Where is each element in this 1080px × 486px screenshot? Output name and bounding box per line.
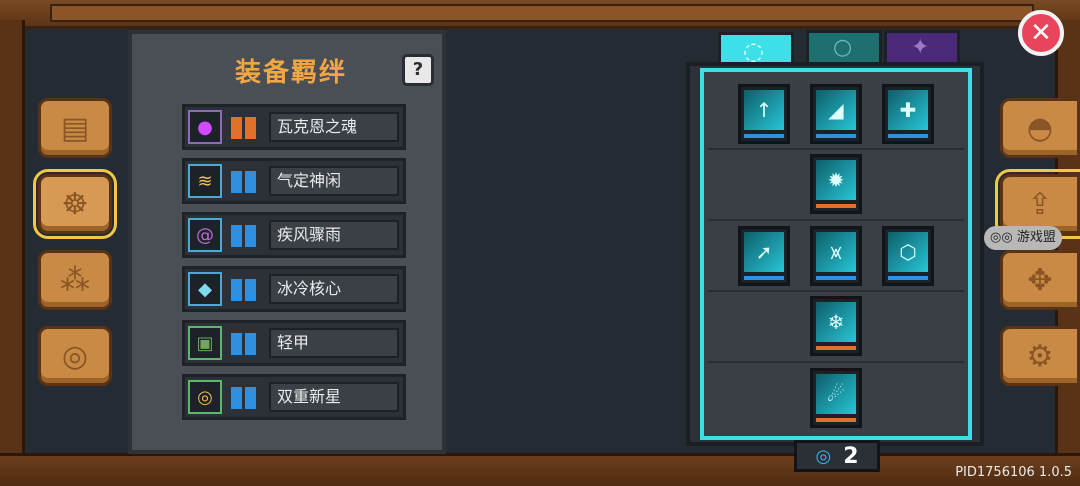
crest-icon: ✦ xyxy=(911,35,930,60)
ring-icon: ○ xyxy=(833,35,853,60)
skill-node[interactable]: ❄ xyxy=(810,296,862,356)
tier-indicator xyxy=(231,117,259,139)
frost-gear-icon: ❄ xyxy=(816,302,856,342)
orbs-icon: ⁂ xyxy=(60,262,90,298)
swirl-icon: ◎ xyxy=(815,445,832,467)
book-icon: ▤ xyxy=(60,110,90,146)
helmet-icon: ◓ xyxy=(1026,110,1054,146)
tab-compass[interactable]: ✥ xyxy=(1000,250,1080,310)
tier-indicator xyxy=(231,171,259,193)
skill-node[interactable]: ✹ xyxy=(810,154,862,214)
tier-indicator xyxy=(231,279,259,301)
tab-steering[interactable]: ◎ xyxy=(38,326,112,386)
bond-name: 气定神闲 xyxy=(269,166,399,196)
bond-name: 轻甲 xyxy=(269,328,399,358)
tab-codex[interactable]: ▤ xyxy=(38,98,112,158)
tier-indicator xyxy=(231,387,259,409)
swirl-icon: ◌ xyxy=(743,37,764,65)
wheel-icon: ◎ xyxy=(61,338,89,374)
bond-row[interactable]: ● 瓦克恩之魂 xyxy=(182,104,406,150)
skill-node[interactable]: ↑ xyxy=(738,84,790,144)
skill-node[interactable]: ⩙ xyxy=(810,226,862,286)
tier-indicator xyxy=(231,225,259,247)
comet-icon: ☄ xyxy=(816,374,856,414)
skill-points-value: 2 xyxy=(843,443,859,469)
skill-node[interactable]: ⬡ xyxy=(882,226,934,286)
bond-row[interactable]: ≋ 气定神闲 xyxy=(182,158,406,204)
ice-spikes-icon: ⩙ xyxy=(816,232,856,272)
dash-icon: ➚ xyxy=(744,232,784,272)
bond-row[interactable]: ◆ 冰冷核心 xyxy=(182,266,406,312)
purple-soul-icon: ● xyxy=(188,110,222,144)
skill-node[interactable]: ➚ xyxy=(738,226,790,286)
watermark: ◎◎ 游戏盟 xyxy=(984,226,1062,250)
shards-icon: ◢ xyxy=(816,90,856,130)
skill-node[interactable]: ✚ xyxy=(882,84,934,144)
staff-up-icon: ↑ xyxy=(744,90,784,130)
shield-icon: ⬡ xyxy=(888,232,928,272)
swirl-book-icon: ☸ xyxy=(61,186,89,222)
ice-crystal-icon: ◆ xyxy=(188,272,222,306)
burst-icon: ✹ xyxy=(816,160,856,200)
double-nova-icon: ◎ xyxy=(188,380,222,414)
calm-wave-icon: ≋ xyxy=(188,164,222,198)
light-armor-icon: ▣ xyxy=(188,326,222,360)
tab-bond[interactable]: ☸ xyxy=(33,169,117,239)
bond-row[interactable]: ◎ 双重新星 xyxy=(182,374,406,420)
tornado-icon: @ xyxy=(188,218,222,252)
tab-items[interactable]: ⁂ xyxy=(38,250,112,310)
compass-icon: ✥ xyxy=(1027,262,1053,298)
skill-node[interactable]: ◢ xyxy=(810,84,862,144)
bond-row[interactable]: ▣ 轻甲 xyxy=(182,320,406,366)
upgrade-arrow-icon: ⇪ xyxy=(1027,186,1053,222)
skill-points-counter: ◎ 2 xyxy=(794,440,880,472)
bond-name: 双重新星 xyxy=(269,382,399,412)
skill-node[interactable]: ☄ xyxy=(810,368,862,428)
bond-name: 瓦克恩之魂 xyxy=(269,112,399,142)
tab-settings[interactable]: ⚙ xyxy=(1000,326,1080,386)
gear-icon: ⚙ xyxy=(1026,338,1054,374)
bond-name: 冰冷核心 xyxy=(269,274,399,304)
tab-upgrade[interactable]: ⇪ xyxy=(995,169,1080,239)
bond-name: 疾风骤雨 xyxy=(269,220,399,250)
help-button[interactable]: ? xyxy=(402,54,434,86)
close-icon: ✕ xyxy=(1030,18,1052,48)
tab-helmet[interactable]: ◓ xyxy=(1000,98,1080,158)
heal-plus-icon: ✚ xyxy=(888,90,928,130)
equipment-bond-panel: 装备羁绊 ? ● 瓦克恩之魂 ≋ 气定神闲 @ 疾风骤雨 ◆ 冰冷核心 ▣ 轻甲… xyxy=(128,30,446,454)
binoculars-icon: ◎◎ xyxy=(990,230,1013,245)
bond-row[interactable]: @ 疾风骤雨 xyxy=(182,212,406,258)
build-id: PID1756106 1.0.5 xyxy=(955,465,1072,480)
close-button[interactable]: ✕ xyxy=(1018,10,1064,56)
tier-indicator xyxy=(231,333,259,355)
